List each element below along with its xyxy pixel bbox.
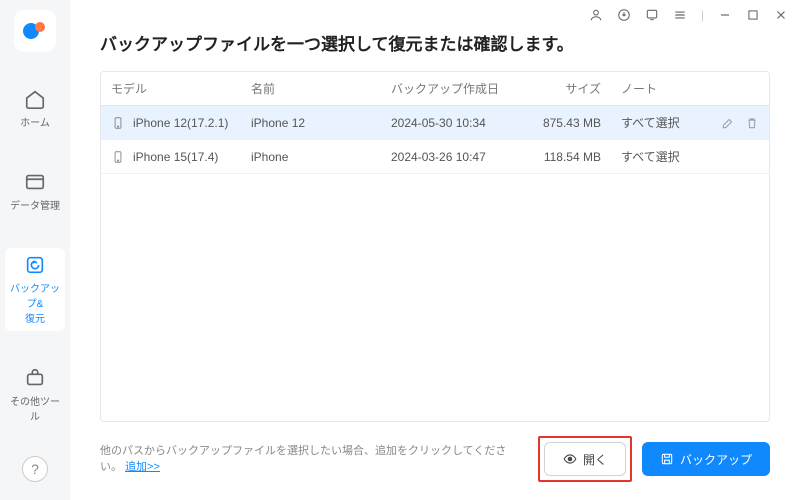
backup-button-label: バックアップ: [680, 451, 752, 468]
footer-hint: 他のパスからバックアップファイルを選択したい場合、追加をクリックしてください。 …: [100, 443, 528, 476]
save-icon: [660, 452, 674, 466]
table-row[interactable]: iPhone 12(17.2.1) iPhone 12 2024-05-30 1…: [101, 106, 769, 140]
th-date: バックアップ作成日: [381, 72, 521, 105]
divider: |: [701, 8, 704, 22]
th-note: ノート: [611, 72, 691, 105]
th-model: モデル: [101, 72, 241, 105]
table-row[interactable]: iPhone 15(17.4) iPhone 2024-03-26 10:47 …: [101, 140, 769, 174]
footer: 他のパスからバックアップファイルを選択したい場合、追加をクリックしてください。 …: [70, 422, 800, 500]
window-controls: |: [589, 8, 788, 22]
sidebar-item-label: バックアップ& 復元: [7, 280, 63, 325]
th-actions: [691, 72, 769, 105]
cell-name: iPhone 12: [251, 116, 305, 130]
help-button[interactable]: ?: [22, 456, 48, 482]
delete-icon[interactable]: [745, 116, 759, 130]
table-header: モデル 名前 バックアップ作成日 サイズ ノート: [101, 72, 769, 106]
main-panel: | バックアップファイルを一つ選択して復元または確認します。 モデル 名前 バッ…: [70, 0, 800, 500]
open-button-label: 開く: [583, 451, 607, 468]
cell-size: 875.43 MB: [543, 116, 601, 130]
download-icon[interactable]: [617, 8, 631, 22]
minimize-icon[interactable]: [718, 8, 732, 22]
hint-text: 他のパスからバックアップファイルを選択したい場合、追加をクリックしてください。: [100, 445, 506, 474]
app-logo: [14, 10, 56, 52]
backup-table: モデル 名前 バックアップ作成日 サイズ ノート iPhone 12(17.2.…: [100, 71, 770, 422]
open-button-highlight: 開く: [538, 436, 632, 482]
eye-icon: [563, 452, 577, 466]
phone-icon: [111, 150, 125, 164]
sidebar-item-label: ホーム: [20, 114, 50, 129]
cell-note: すべて選択: [621, 114, 680, 131]
cell-note: すべて選択: [621, 148, 680, 165]
cell-model: iPhone 15(17.4): [133, 150, 218, 164]
sidebar-item-label: データ管理: [10, 197, 60, 212]
cell-date: 2024-05-30 10:34: [391, 116, 486, 130]
th-size: サイズ: [521, 72, 611, 105]
sidebar-item-home[interactable]: ホーム: [5, 82, 65, 135]
open-button[interactable]: 開く: [544, 442, 626, 476]
maximize-icon[interactable]: [746, 8, 760, 22]
cell-date: 2024-03-26 10:47: [391, 150, 486, 164]
cell-name: iPhone: [251, 150, 288, 164]
feedback-icon[interactable]: [645, 8, 659, 22]
add-link[interactable]: 追加>>: [125, 461, 160, 473]
edit-icon[interactable]: [721, 116, 735, 130]
close-icon[interactable]: [774, 8, 788, 22]
user-icon[interactable]: [589, 8, 603, 22]
sidebar: ホーム データ管理 バックアップ& 復元 その他ツール ?: [0, 0, 70, 500]
backup-button[interactable]: バックアップ: [642, 442, 770, 476]
th-name: 名前: [241, 72, 381, 105]
cell-size: 118.54 MB: [544, 150, 601, 164]
sidebar-item-tools[interactable]: その他ツール: [5, 361, 65, 429]
sidebar-item-label: その他ツール: [7, 393, 63, 423]
phone-icon: [111, 116, 125, 130]
sidebar-item-backup-restore[interactable]: バックアップ& 復元: [5, 248, 65, 331]
sidebar-item-data[interactable]: データ管理: [5, 165, 65, 218]
menu-icon[interactable]: [673, 8, 687, 22]
cell-model: iPhone 12(17.2.1): [133, 116, 228, 130]
